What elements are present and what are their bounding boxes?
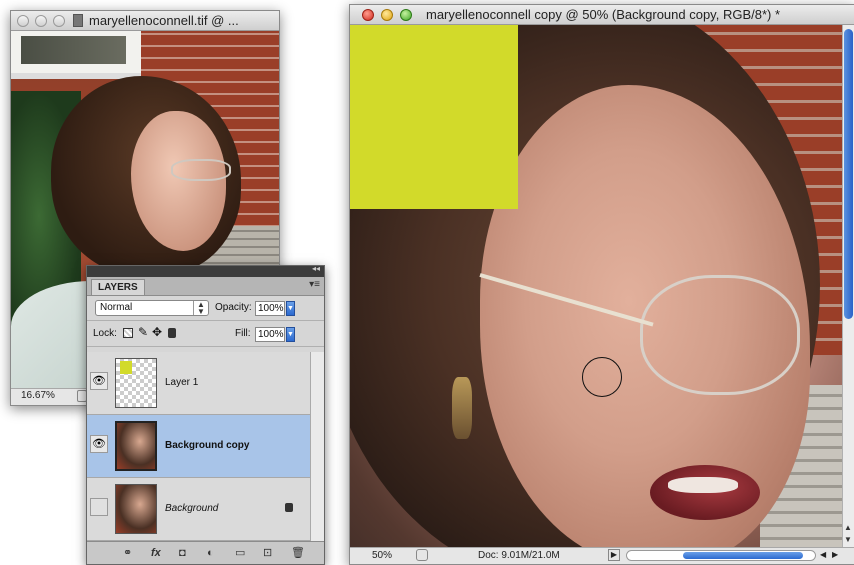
eye-icon[interactable]: 👁 (90, 435, 108, 453)
fx-icon[interactable]: fx (151, 546, 161, 560)
transparency-lock-icon[interactable] (123, 328, 133, 338)
folder-icon[interactable]: ▭ (235, 546, 245, 560)
layer-name[interactable]: Layer 1 (165, 377, 198, 388)
teeth (668, 477, 738, 493)
move-icon[interactable]: ✥ (152, 325, 162, 339)
main-window-title: maryellenoconnell copy @ 50% (Background… (426, 7, 781, 22)
trash-icon[interactable]: 🗑 (291, 546, 305, 560)
panel-collapse-icon[interactable]: ◂◂ (312, 264, 320, 273)
glasses-lens (640, 275, 800, 395)
fill-input[interactable]: 100% (255, 327, 285, 342)
small-window-titlebar[interactable]: maryellenoconnell.tif @ ... (11, 11, 279, 31)
zoom-button[interactable] (53, 15, 65, 27)
blend-mode-spinner[interactable]: ▲ ▼ (193, 301, 208, 316)
panel-tab-strip: LAYERS ▾≡ (87, 277, 324, 296)
close-button[interactable] (362, 9, 374, 21)
link-icon[interactable]: ⚭ (123, 546, 132, 560)
lock-label: Lock: (93, 328, 117, 339)
zoom-button[interactable] (400, 9, 412, 21)
blend-mode-value: Normal (100, 302, 133, 313)
minimize-button[interactable] (381, 9, 393, 21)
layers-scroll-track[interactable] (310, 352, 324, 542)
earring (452, 377, 472, 439)
status-menu-icon[interactable] (416, 549, 428, 561)
panel-drag-bar[interactable]: ◂◂ (87, 264, 324, 277)
background-copy-thumbnail[interactable] (115, 421, 157, 471)
layer-row-layer-1[interactable]: 👁 Layer 1 (87, 352, 310, 415)
lock-icon[interactable] (168, 328, 176, 338)
main-zoom-level[interactable]: 50% (372, 550, 392, 561)
main-window-titlebar[interactable]: maryellenoconnell copy @ 50% (Background… (350, 5, 854, 25)
layer-row-background[interactable]: Background (87, 478, 310, 541)
scroll-thumb[interactable] (844, 29, 853, 319)
visibility-toggle-empty[interactable] (90, 498, 108, 516)
opacity-label: Opacity: (215, 302, 252, 313)
scroll-right-arrow[interactable]: ▶ (832, 550, 838, 559)
scroll-left-arrow[interactable]: ◀ (820, 550, 826, 559)
opacity-slider-button[interactable]: ▼ (286, 301, 295, 316)
minimize-button[interactable] (35, 15, 47, 27)
adjustment-icon[interactable]: ◐ (207, 546, 214, 560)
document-icon (73, 14, 83, 27)
lock-row: Lock: ✎ ✥ Fill: 100% ▼ (87, 322, 324, 347)
main-document-window: maryellenoconnell copy @ 50% (Background… (349, 4, 854, 565)
horizontal-scrollbar[interactable] (626, 550, 816, 561)
opacity-input[interactable]: 100% (255, 301, 285, 316)
new-layer-icon[interactable]: ⊡ (263, 546, 272, 560)
close-button[interactable] (17, 15, 29, 27)
brush-icon[interactable]: ✎ (138, 325, 148, 339)
layer-1-thumbnail[interactable] (115, 358, 157, 408)
blend-mode-select[interactable]: Normal ▲ ▼ (95, 300, 209, 316)
lock-icon (285, 503, 293, 512)
small-window-title: maryellenoconnell.tif @ ... (89, 13, 239, 28)
blend-row: Normal ▲ ▼ Opacity: 100% ▼ (87, 296, 324, 321)
panel-bottom-bar: ⚭ fx ◘ ◐ ▭ ⊡ 🗑 (87, 541, 324, 564)
main-window-statusbar: 50% Doc: 9.01M/21.0M ▶ ◀ ▶ (350, 547, 854, 564)
vertical-scrollbar[interactable]: ▲ ▼ (842, 25, 854, 550)
doc-size-info: Doc: 9.01M/21.0M (478, 550, 560, 561)
mask-icon[interactable]: ◘ (179, 546, 186, 560)
fill-label: Fill: (235, 328, 251, 339)
color-swatch-layer (350, 25, 518, 209)
layer-row-background-copy[interactable]: 👁 Background copy (87, 415, 310, 478)
layer-name[interactable]: Background (165, 503, 218, 514)
background-thumbnail[interactable] (115, 484, 157, 534)
layers-panel: ◂◂ LAYERS ▾≡ Normal ▲ ▼ Opacity: 100% ▼ L… (86, 264, 325, 565)
scroll-up-arrow[interactable]: ▲ (844, 523, 852, 532)
status-arrow-button[interactable]: ▶ (608, 549, 620, 561)
brush-cursor (582, 357, 622, 397)
fill-slider-button[interactable]: ▼ (286, 327, 295, 342)
swatch-thumbnail (120, 361, 132, 374)
layer-name[interactable]: Background copy (165, 440, 249, 451)
main-photo-canvas[interactable] (350, 25, 844, 550)
glasses (171, 159, 231, 181)
tab-layers[interactable]: LAYERS (91, 279, 145, 295)
horizontal-scroll-thumb[interactable] (683, 552, 803, 559)
panel-menu-icon[interactable]: ▾≡ (309, 279, 320, 290)
small-zoom-level[interactable]: 16.67% (21, 390, 55, 401)
eye-icon[interactable]: 👁 (90, 372, 108, 390)
window-glass (21, 36, 126, 64)
scroll-down-arrow[interactable]: ▼ (844, 535, 852, 544)
